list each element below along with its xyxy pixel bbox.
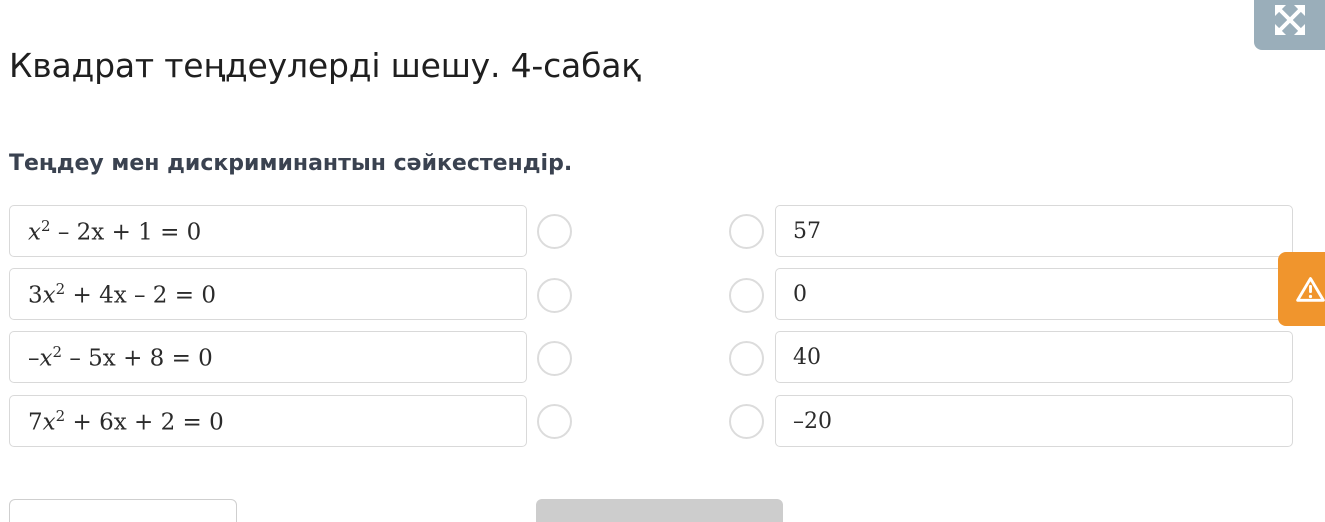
equation-item-2[interactable]: 3x2 + 4x – 2 = 0 [9,268,527,320]
equation-connector-4[interactable] [537,404,572,439]
equation-connector-1[interactable] [537,214,572,249]
answer-item-4[interactable]: –20 [775,395,1293,447]
question-text: Теңдеу мен дискриминантын сәйкестендір. [9,151,573,176]
equation-item-1[interactable]: x2 – 2x + 1 = 0 [9,205,527,257]
equation-expression: 7x2 + 6x + 2 = 0 [28,406,224,436]
answer-item-3[interactable]: 40 [775,331,1293,383]
lesson-title: Квадрат теңдеулерді шешу. 4-сабақ [9,46,641,85]
answer-value: –20 [793,408,832,434]
check-answer-button[interactable] [536,499,783,522]
answer-connector-1[interactable] [729,214,764,249]
previous-button[interactable] [9,499,237,522]
equation-connector-3[interactable] [537,341,572,376]
expand-arrows-icon [1274,5,1305,35]
answer-item-2[interactable]: 0 [775,268,1293,320]
equation-expression: x2 – 2x + 1 = 0 [28,216,202,246]
fullscreen-button[interactable] [1254,0,1325,50]
report-issue-button[interactable] [1278,252,1325,326]
answer-value: 40 [793,344,821,370]
answer-value: 0 [793,281,807,307]
answer-item-1[interactable]: 57 [775,205,1293,257]
answer-connector-3[interactable] [729,341,764,376]
equation-item-3[interactable]: –x2 – 5x + 8 = 0 [9,331,527,383]
equation-item-4[interactable]: 7x2 + 6x + 2 = 0 [9,395,527,447]
answer-value: 57 [793,218,821,244]
equation-expression: –x2 – 5x + 8 = 0 [28,342,213,372]
equation-expression: 3x2 + 4x – 2 = 0 [28,279,216,309]
equation-connector-2[interactable] [537,278,572,313]
warning-triangle-icon [1296,277,1325,302]
answer-connector-4[interactable] [729,404,764,439]
answer-connector-2[interactable] [729,278,764,313]
